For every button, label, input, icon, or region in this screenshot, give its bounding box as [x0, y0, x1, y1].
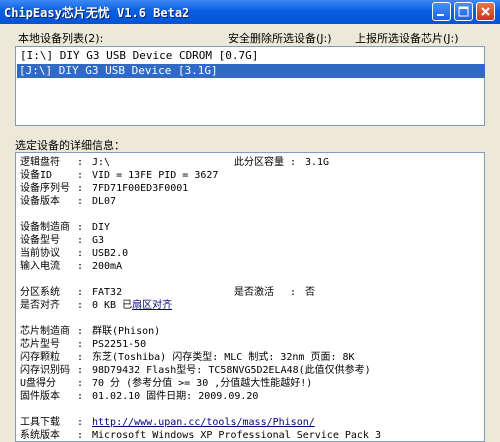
align-sectors-link[interactable]: 扇区对齐 [132, 300, 172, 311]
detail-row-drive: 逻辑盘符: J:\ 此分区容量: 3.1G [20, 157, 330, 168]
detail-key: 闪存识别码 [20, 365, 70, 376]
detail-key: 闪存颗粒 [20, 352, 60, 363]
detail-key: 芯片型号 [20, 339, 60, 350]
title-bar[interactable]: ChipEasy芯片无忧 V1.6 Beta2 [0, 0, 500, 24]
detail-value: 3.1G [305, 157, 330, 168]
detail-value: VID = 13FE PID = 3627 [92, 170, 219, 181]
details-panel[interactable]: 逻辑盘符: J:\ 此分区容量: 3.1G 设备ID: VID = 13FE P… [15, 152, 485, 442]
tool-download-link[interactable]: http://www.upan.cc/tools/mass/Phison/ [92, 416, 315, 429]
detail-key: U盘得分 [20, 378, 57, 389]
device-item-selected[interactable]: [J:\] DIY G3 USB Device [3.1G] [17, 64, 485, 78]
maximize-icon [458, 6, 469, 17]
detail-value: USB2.0 [92, 248, 129, 259]
detail-key: 固件版本 [20, 391, 60, 402]
close-button[interactable] [476, 2, 495, 21]
minimize-icon [437, 14, 444, 16]
detail-key: 逻辑盘符 [20, 157, 60, 168]
detail-key: 分区系统 [20, 287, 60, 298]
safe-remove-link[interactable]: 安全删除所选设备(J:) [228, 30, 332, 46]
detail-value: G3 [92, 235, 105, 246]
detail-key: 工具下载 [20, 417, 60, 428]
device-list[interactable]: [I:\] DIY G3 USB Device CDROM [0.7G] [J:… [15, 46, 485, 126]
detail-key: 芯片制造商 [20, 326, 70, 337]
maximize-button[interactable] [454, 2, 473, 21]
detail-key: 此分区容量 [234, 157, 284, 168]
detail-value: 200mA [92, 261, 123, 272]
detail-value: DIY [92, 222, 111, 233]
detail-value: 7FD71F00ED3F0001 [92, 183, 189, 194]
report-chip-link[interactable]: 上报所选设备芯片(J:) [355, 30, 459, 46]
device-list-label: 本地设备列表(2): [18, 32, 104, 45]
detail-value: 否 [305, 287, 315, 298]
detail-value: 70 分 (参考分值 >= 30 ,分值越大性能越好!) [92, 378, 313, 389]
detail-value: J:\ [92, 157, 111, 168]
detail-value: 01.02.10 固件日期: 2009.09.20 [92, 391, 259, 402]
detail-value: 0 KB 已 [92, 300, 133, 311]
detail-value: DL07 [92, 196, 117, 207]
detail-value: 群联(Phison) [92, 326, 161, 337]
close-icon [481, 7, 490, 16]
detail-row-filesystem: 分区系统: FAT32 是否激活: 否 [20, 287, 315, 298]
detail-value: 东芝(Toshiba) 闪存类型: MLC 制式: 32nm 页面: 8K [92, 352, 355, 363]
device-item[interactable]: [I:\] DIY G3 USB Device CDROM [0.7G] [18, 49, 258, 63]
detail-key: 设备型号 [20, 235, 60, 246]
detail-key: 是否对齐 [20, 300, 60, 311]
window-title: ChipEasy芯片无忧 V1.6 Beta2 [4, 6, 190, 20]
detail-key: 当前协议 [20, 248, 60, 259]
detail-key: 设备序列号 [20, 183, 70, 194]
detail-key: 设备版本 [20, 196, 60, 207]
detail-key: 输入电流 [20, 261, 60, 272]
minimize-button[interactable] [432, 2, 451, 21]
detail-key: 设备ID [20, 170, 53, 181]
details-label: 选定设备的详细信息： [15, 139, 125, 152]
detail-value: PS2251-50 [92, 339, 147, 350]
detail-value: FAT32 [92, 287, 123, 298]
detail-key: 设备制造商 [20, 222, 70, 233]
detail-key: 是否激活 [234, 287, 274, 298]
detail-value: 98D79432 Flash型号: TC58NVG5D2ELA48(此值仅供参考… [92, 365, 371, 376]
